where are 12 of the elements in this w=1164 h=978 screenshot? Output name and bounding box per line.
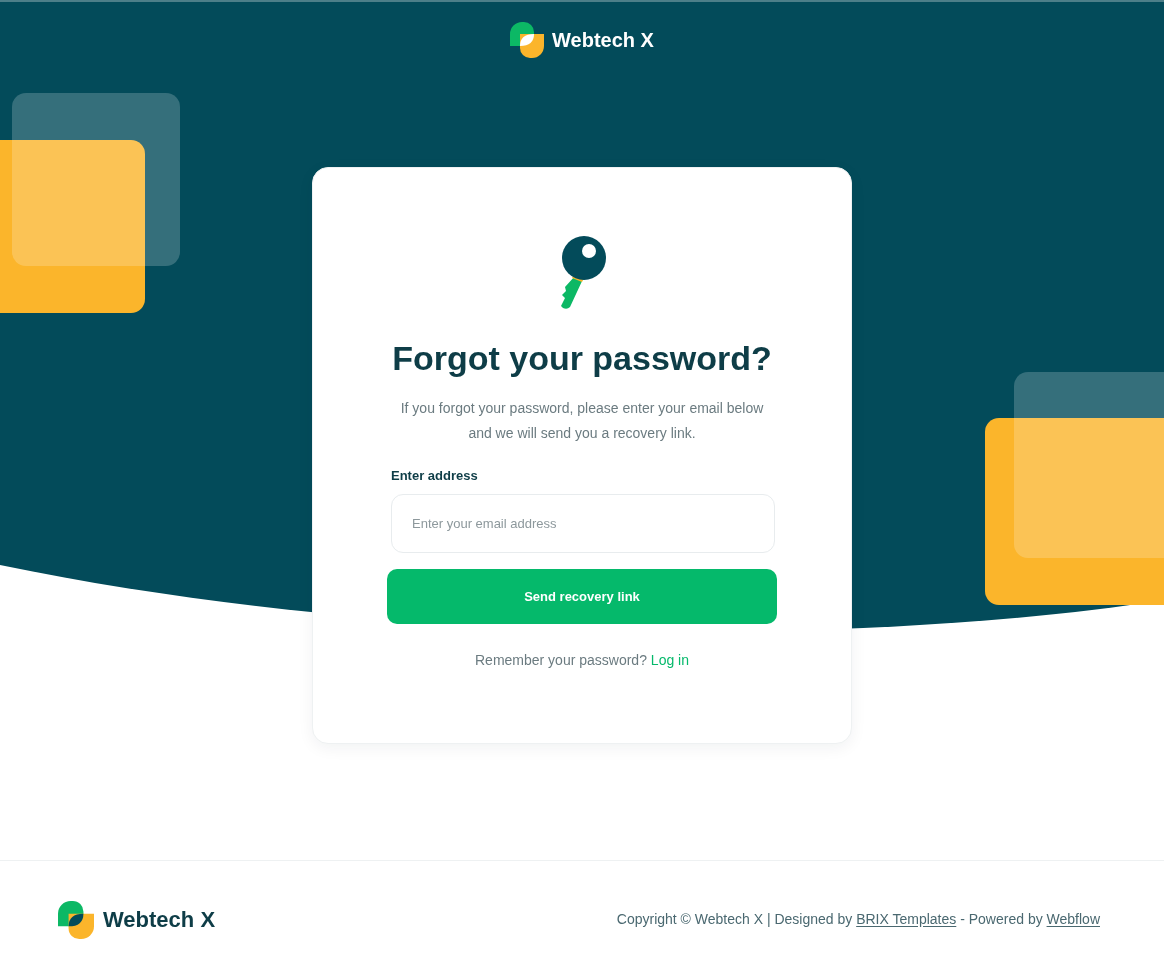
email-field[interactable]: Enter your email address	[391, 494, 775, 553]
field-label: Enter address	[390, 467, 479, 485]
logo-text: Webtech X	[103, 906, 216, 934]
webflow-link[interactable]: Webflow	[1046, 911, 1100, 927]
logo-text: Webtech X	[552, 28, 654, 53]
logo-icon	[58, 899, 94, 940]
copyright-text: Copyright © Webtech X | Designed by BRIX Templates - Powered by Webflow	[616, 910, 1100, 929]
logo-icon	[510, 22, 545, 58]
login-prompt-text: Remember your password? Log in	[475, 651, 689, 670]
page-title: Forgot your password?	[392, 338, 772, 378]
brix-templates-link[interactable]: BRIX Templates	[856, 911, 957, 927]
description-text: If you forgot your password, please enter your email below and we will send you a recovery link.	[399, 399, 765, 443]
